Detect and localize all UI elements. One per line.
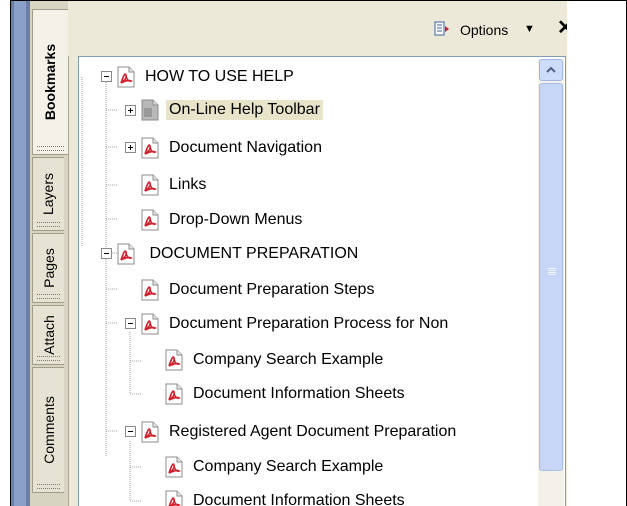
panel-toolbar: Options ▼ ✕ xyxy=(68,1,567,56)
bookmark-item[interactable]: Document Preparation Steps xyxy=(140,277,377,303)
collapse-toggle[interactable] xyxy=(101,71,112,82)
pdf-bookmark-icon xyxy=(141,279,159,301)
bookmark-item[interactable]: HOW TO USE HELP xyxy=(116,64,297,90)
tab-comments[interactable]: Comments xyxy=(32,367,64,493)
tab-layers-label: Layers xyxy=(40,172,57,216)
bookmark-label: On-Line Help Toolbar xyxy=(166,100,323,120)
tab-comments-label: Comments xyxy=(40,396,57,464)
pdf-bookmark-icon xyxy=(117,243,135,265)
tab-bookmarks[interactable]: Bookmarks xyxy=(32,9,68,155)
tab-grip xyxy=(37,294,60,299)
tab-grip xyxy=(37,146,64,151)
pdf-bookmark-icon xyxy=(165,383,183,405)
panel-edge xyxy=(11,1,30,506)
bookmark-item[interactable]: On-Line Help Toolbar xyxy=(140,97,323,123)
bookmark-label: Registered Agent Document Preparation xyxy=(169,423,457,440)
bookmark-item[interactable]: Document Information Sheets xyxy=(164,381,408,407)
bookmark-label: Document Navigation xyxy=(169,139,322,156)
pdf-bookmark-icon xyxy=(141,209,159,231)
bookmark-item[interactable]: Document Information Sheets xyxy=(164,488,408,506)
bookmark-item[interactable]: Company Search Example xyxy=(164,347,386,373)
scroll-up-button[interactable] xyxy=(539,59,563,81)
bookmark-label: Drop-Down Menus xyxy=(169,211,303,228)
gray-page-bookmark-icon xyxy=(141,99,159,121)
tab-attach-label: Attach xyxy=(40,315,57,355)
bookmark-label: Links xyxy=(169,176,207,193)
options-menu-icon[interactable] xyxy=(433,20,451,38)
bookmark-label: DOCUMENT PREPARATION xyxy=(145,245,359,262)
chevron-up-icon xyxy=(546,66,556,73)
tab-grip xyxy=(37,356,60,361)
bookmark-item[interactable]: Document Preparation Process for Non xyxy=(140,311,451,337)
bookmark-item[interactable]: Drop-Down Menus xyxy=(140,207,305,233)
pdf-bookmark-icon xyxy=(117,66,135,88)
bookmark-label: Document Information Sheets xyxy=(193,385,405,402)
pdf-bookmark-icon xyxy=(165,490,183,506)
bookmark-label: Document Preparation Process for Non xyxy=(169,315,449,332)
thumb-grip xyxy=(548,268,556,277)
pdf-bookmark-icon xyxy=(165,456,183,478)
chevron-down-icon[interactable]: ▼ xyxy=(524,23,535,35)
bookmarks-tree: HOW TO USE HELP On-Line Help Toolbar Doc… xyxy=(78,56,566,506)
bookmark-item[interactable]: Registered Agent Document Preparation xyxy=(140,419,459,445)
bookmark-label: Document Information Sheets xyxy=(193,492,405,506)
collapse-toggle[interactable] xyxy=(125,426,136,437)
bookmark-item[interactable]: Company Search Example xyxy=(164,454,386,480)
bookmark-label: Company Search Example xyxy=(193,351,384,368)
bookmark-label: Document Preparation Steps xyxy=(169,281,375,298)
tab-pages-label: Pages xyxy=(40,248,57,288)
tab-bookmarks-label: Bookmarks xyxy=(42,43,59,121)
collapse-toggle[interactable] xyxy=(101,248,112,259)
collapse-toggle[interactable] xyxy=(125,318,136,329)
tab-layers[interactable]: Layers xyxy=(32,157,64,231)
expand-toggle[interactable] xyxy=(125,105,136,116)
bookmark-item[interactable]: DOCUMENT PREPARATION xyxy=(116,241,361,267)
vertical-scrollbar[interactable] xyxy=(538,59,564,506)
scroll-thumb[interactable] xyxy=(539,83,563,471)
tab-attachments[interactable]: Attach xyxy=(32,305,64,365)
options-button[interactable]: Options xyxy=(460,22,508,38)
side-tab-strip: Bookmarks Layers Pages Attach Comments xyxy=(30,1,69,506)
bookmark-label: HOW TO USE HELP xyxy=(145,68,294,85)
tab-grip xyxy=(37,484,60,489)
bookmark-label: Company Search Example xyxy=(193,458,384,475)
tab-pages[interactable]: Pages xyxy=(32,233,64,303)
tab-grip xyxy=(37,222,60,227)
pdf-bookmark-icon xyxy=(141,174,159,196)
expand-toggle[interactable] xyxy=(125,142,136,153)
close-icon[interactable]: ✕ xyxy=(557,18,567,38)
bookmark-item[interactable]: Links xyxy=(140,172,209,198)
pdf-bookmark-icon xyxy=(141,313,159,335)
pdf-bookmark-icon xyxy=(165,349,183,371)
navigation-panel: Bookmarks Layers Pages Attach Comments O xyxy=(11,1,567,506)
pdf-bookmark-icon xyxy=(141,137,159,159)
pdf-bookmark-icon xyxy=(141,421,159,443)
bookmark-item[interactable]: Document Navigation xyxy=(140,135,325,161)
